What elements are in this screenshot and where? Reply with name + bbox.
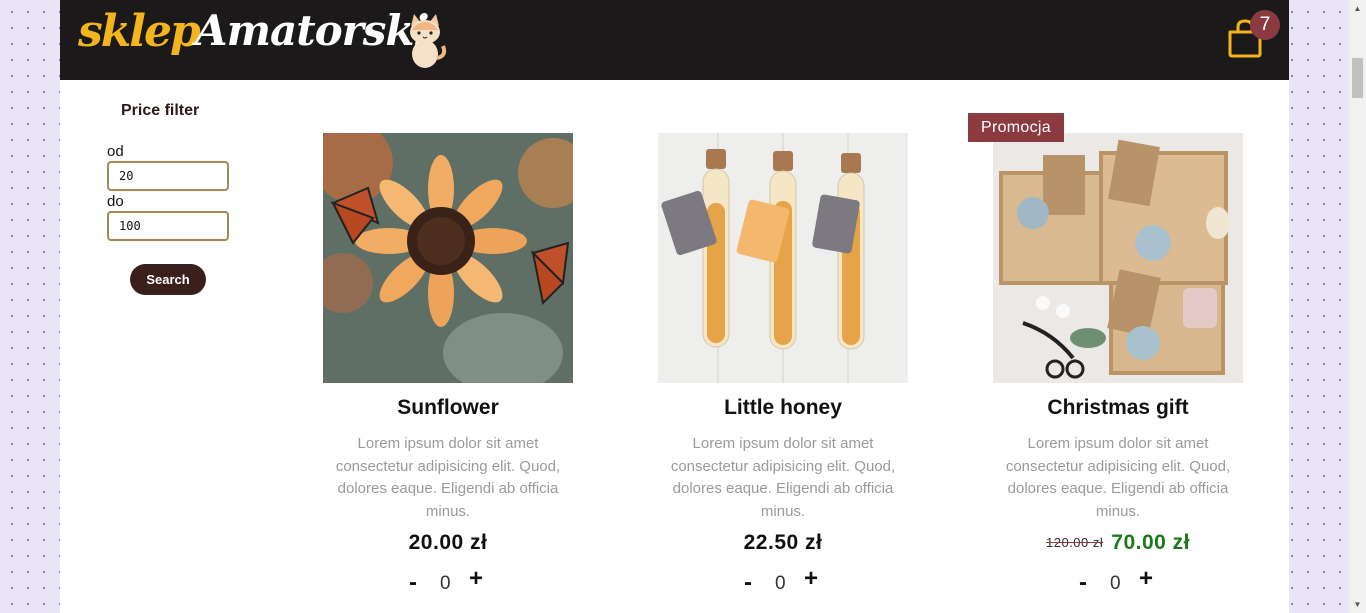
quantity-stepper: - 0 + xyxy=(993,565,1243,597)
logo-text-amatorski[interactable]: Amatorski xyxy=(195,6,429,55)
scroll-down-arrow-icon[interactable]: ▼ xyxy=(1349,596,1366,613)
decrease-quantity-button[interactable]: - xyxy=(409,569,417,597)
price-to-input[interactable] xyxy=(107,211,229,241)
gift-box-image[interactable] xyxy=(993,133,1243,383)
product-price: 22.50 zł xyxy=(743,531,823,554)
site-header: sklep Amatorski 7 xyxy=(60,0,1289,80)
quantity-value: 0 xyxy=(775,573,786,594)
product-description: Lorem ipsum dolor sit amet consectetur a… xyxy=(670,435,896,520)
product-card-sunflower: Sunflower Lorem ipsum dolor sit amet con… xyxy=(323,133,573,597)
decrease-quantity-button[interactable]: - xyxy=(1079,569,1087,597)
product-title[interactable]: Sunflower xyxy=(323,396,573,420)
honey-tubes-image[interactable] xyxy=(658,133,908,383)
product-price-row: 22.50 zł xyxy=(658,531,908,561)
quantity-value: 0 xyxy=(1110,573,1121,594)
price-filter-title: Price filter xyxy=(121,102,200,119)
from-label: od xyxy=(107,143,124,160)
old-price: 120.00 zł xyxy=(1046,535,1104,550)
product-price: 20.00 zł xyxy=(408,531,488,554)
scrollbar-thumb[interactable] xyxy=(1352,58,1363,98)
increase-quantity-button[interactable]: + xyxy=(804,565,818,593)
decrease-quantity-button[interactable]: - xyxy=(744,569,752,597)
cat-icon xyxy=(410,14,447,68)
product-title[interactable]: Christmas gift xyxy=(993,396,1243,420)
search-button[interactable]: Search xyxy=(130,264,206,295)
price-from-input[interactable] xyxy=(107,161,229,191)
increase-quantity-button[interactable]: + xyxy=(1139,565,1153,593)
page-container: sklep Amatorski 7 Price filter od do Sea… xyxy=(60,0,1289,613)
page-scrollbar[interactable]: ▲ ▼ xyxy=(1349,0,1366,613)
quantity-value: 0 xyxy=(440,573,451,594)
product-card-little-honey: Little honey Lorem ipsum dolor sit amet … xyxy=(658,133,908,597)
product-title[interactable]: Little honey xyxy=(658,396,908,420)
increase-quantity-button[interactable]: + xyxy=(469,565,483,593)
product-price-row: 120.00 zł 70.00 zł xyxy=(993,531,1243,561)
to-label: do xyxy=(107,193,124,210)
promo-badge: Promocja xyxy=(968,113,1064,142)
product-description: Lorem ipsum dolor sit amet consectetur a… xyxy=(1005,435,1231,520)
product-description: Lorem ipsum dolor sit amet consectetur a… xyxy=(335,435,561,520)
logo-text-sklep[interactable]: sklep xyxy=(78,6,201,57)
quantity-stepper: - 0 + xyxy=(658,565,908,597)
quantity-stepper: - 0 + xyxy=(323,565,573,597)
product-card-christmas-gift: Christmas gift Lorem ipsum dolor sit ame… xyxy=(993,133,1243,597)
product-price: 70.00 zł xyxy=(1111,531,1190,554)
cart-count-badge: 7 xyxy=(1250,10,1280,40)
product-price-row: 20.00 zł xyxy=(323,531,573,561)
scroll-up-arrow-icon[interactable]: ▲ xyxy=(1349,0,1366,17)
sunflower-image[interactable] xyxy=(323,133,573,383)
